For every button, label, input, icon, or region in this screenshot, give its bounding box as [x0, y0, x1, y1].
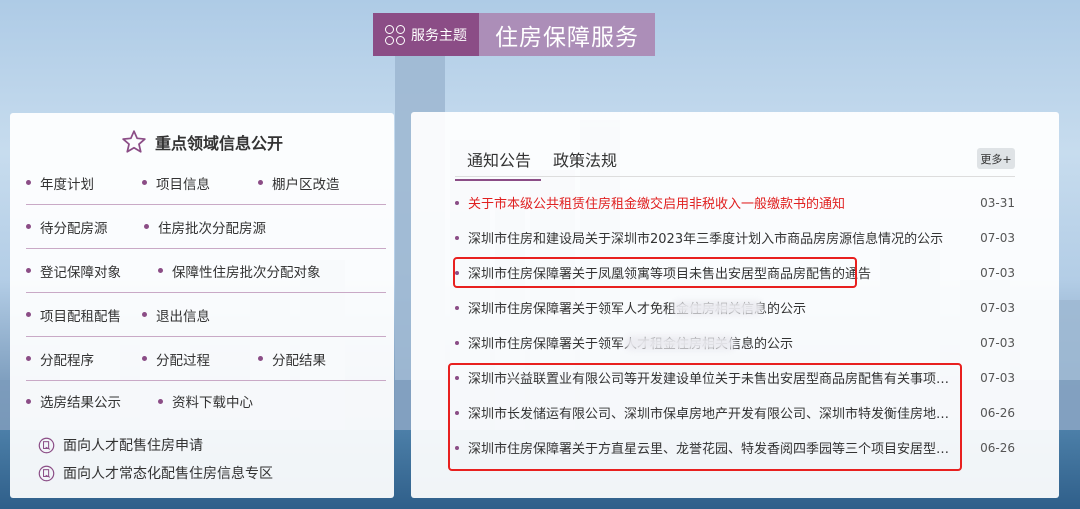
disclosure-row-1: 年度计划 项目信息 棚户区改造 [26, 161, 386, 205]
news-item[interactable]: 深圳市住房保障署关于领军人才租金住房相关信息的公示 07-03 [455, 325, 1015, 360]
announcements-panel: 通知公告 政策法规 更多+ 关于市本级公共租赁住房租金缴交启用非税收入一般缴款书… [411, 112, 1059, 498]
news-date: 07-03 [980, 300, 1015, 315]
more-button[interactable]: 更多+ [977, 148, 1015, 169]
talent-housing-zone-link[interactable]: 面向人才常态化配售住房信息专区 [38, 463, 273, 483]
page-header: 服务主题 住房保障服务 [373, 13, 655, 56]
annotation-highlight-box [453, 257, 857, 288]
link-project-rent-sale[interactable]: 项目配租配售 [26, 305, 121, 325]
link-allocation-procedure[interactable]: 分配程序 [26, 349, 94, 369]
link-shantytown-renovation[interactable]: 棚户区改造 [258, 173, 340, 193]
disclosure-row-5: 分配程序 分配过程 分配结果 [26, 337, 386, 381]
news-date: 06-26 [980, 405, 1015, 420]
link-allocation-result[interactable]: 分配结果 [258, 349, 326, 369]
redaction-blur [625, 336, 735, 350]
document-icon [38, 465, 55, 481]
link-batch-allocation-housing[interactable]: 住房批次分配房源 [144, 217, 266, 237]
news-date: 07-03 [980, 370, 1015, 385]
service-theme-label: 服务主题 [411, 27, 467, 44]
link-project-info[interactable]: 项目信息 [142, 173, 210, 193]
tabs-divider [455, 176, 1015, 177]
key-area-disclosure-panel: 重点领域信息公开 年度计划 项目信息 棚户区改造 待分配房源 住房批次分配房源 … [10, 113, 394, 498]
service-theme-button[interactable]: 服务主题 [373, 13, 479, 56]
link-allocation-process[interactable]: 分配过程 [142, 349, 210, 369]
news-title: 关于市本级公共租赁住房租金缴交启用非税收入一般缴款书的通知 [468, 197, 846, 212]
annotation-highlight-box [448, 363, 962, 471]
link-exit-info[interactable]: 退出信息 [142, 305, 210, 325]
document-icon [38, 437, 55, 453]
redaction-blur [673, 301, 763, 315]
link-batch-allocation-recipients[interactable]: 保障性住房批次分配对象 [158, 261, 321, 281]
link-selection-result-notice[interactable]: 选房结果公示 [26, 391, 121, 411]
disclosure-row-6: 选房结果公示 资料下载中心 [26, 379, 386, 423]
news-date: 07-03 [980, 265, 1015, 280]
grid-icon [385, 24, 405, 45]
link-registered-recipients[interactable]: 登记保障对象 [26, 261, 121, 281]
news-date: 07-03 [980, 335, 1015, 350]
talent-housing-zone-text: 面向人才常态化配售住房信息专区 [63, 466, 273, 482]
news-date: 03-31 [980, 195, 1015, 210]
disclosure-row-2: 待分配房源 住房批次分配房源 [26, 205, 386, 249]
news-item[interactable]: 关于市本级公共租赁住房租金缴交启用非税收入一般缴款书的通知 03-31 [455, 185, 1015, 220]
disclosure-row-4: 项目配租配售 退出信息 [26, 293, 386, 337]
link-download-center[interactable]: 资料下载中心 [158, 391, 253, 411]
news-item[interactable]: 深圳市住房和建设局关于深圳市2023年三季度计划入市商品房房源信息情况的公示 0… [455, 220, 1015, 255]
key-area-title-text: 重点领域信息公开 [154, 134, 283, 153]
star-icon [122, 130, 146, 153]
news-date: 06-26 [980, 440, 1015, 455]
talent-housing-application-link[interactable]: 面向人才配售住房申请 [38, 435, 203, 455]
talent-housing-application-text: 面向人才配售住房申请 [63, 438, 203, 454]
link-annual-plan[interactable]: 年度计划 [26, 173, 94, 193]
news-title: 深圳市住房和建设局关于深圳市2023年三季度计划入市商品房房源信息情况的公示 [468, 232, 944, 247]
disclosure-row-3: 登记保障对象 保障性住房批次分配对象 [26, 249, 386, 293]
key-area-panel-title: 重点领域信息公开 [10, 129, 394, 155]
news-date: 07-03 [980, 230, 1015, 245]
link-housing-to-allocate[interactable]: 待分配房源 [26, 217, 108, 237]
page-title: 住房保障服务 [479, 13, 655, 56]
